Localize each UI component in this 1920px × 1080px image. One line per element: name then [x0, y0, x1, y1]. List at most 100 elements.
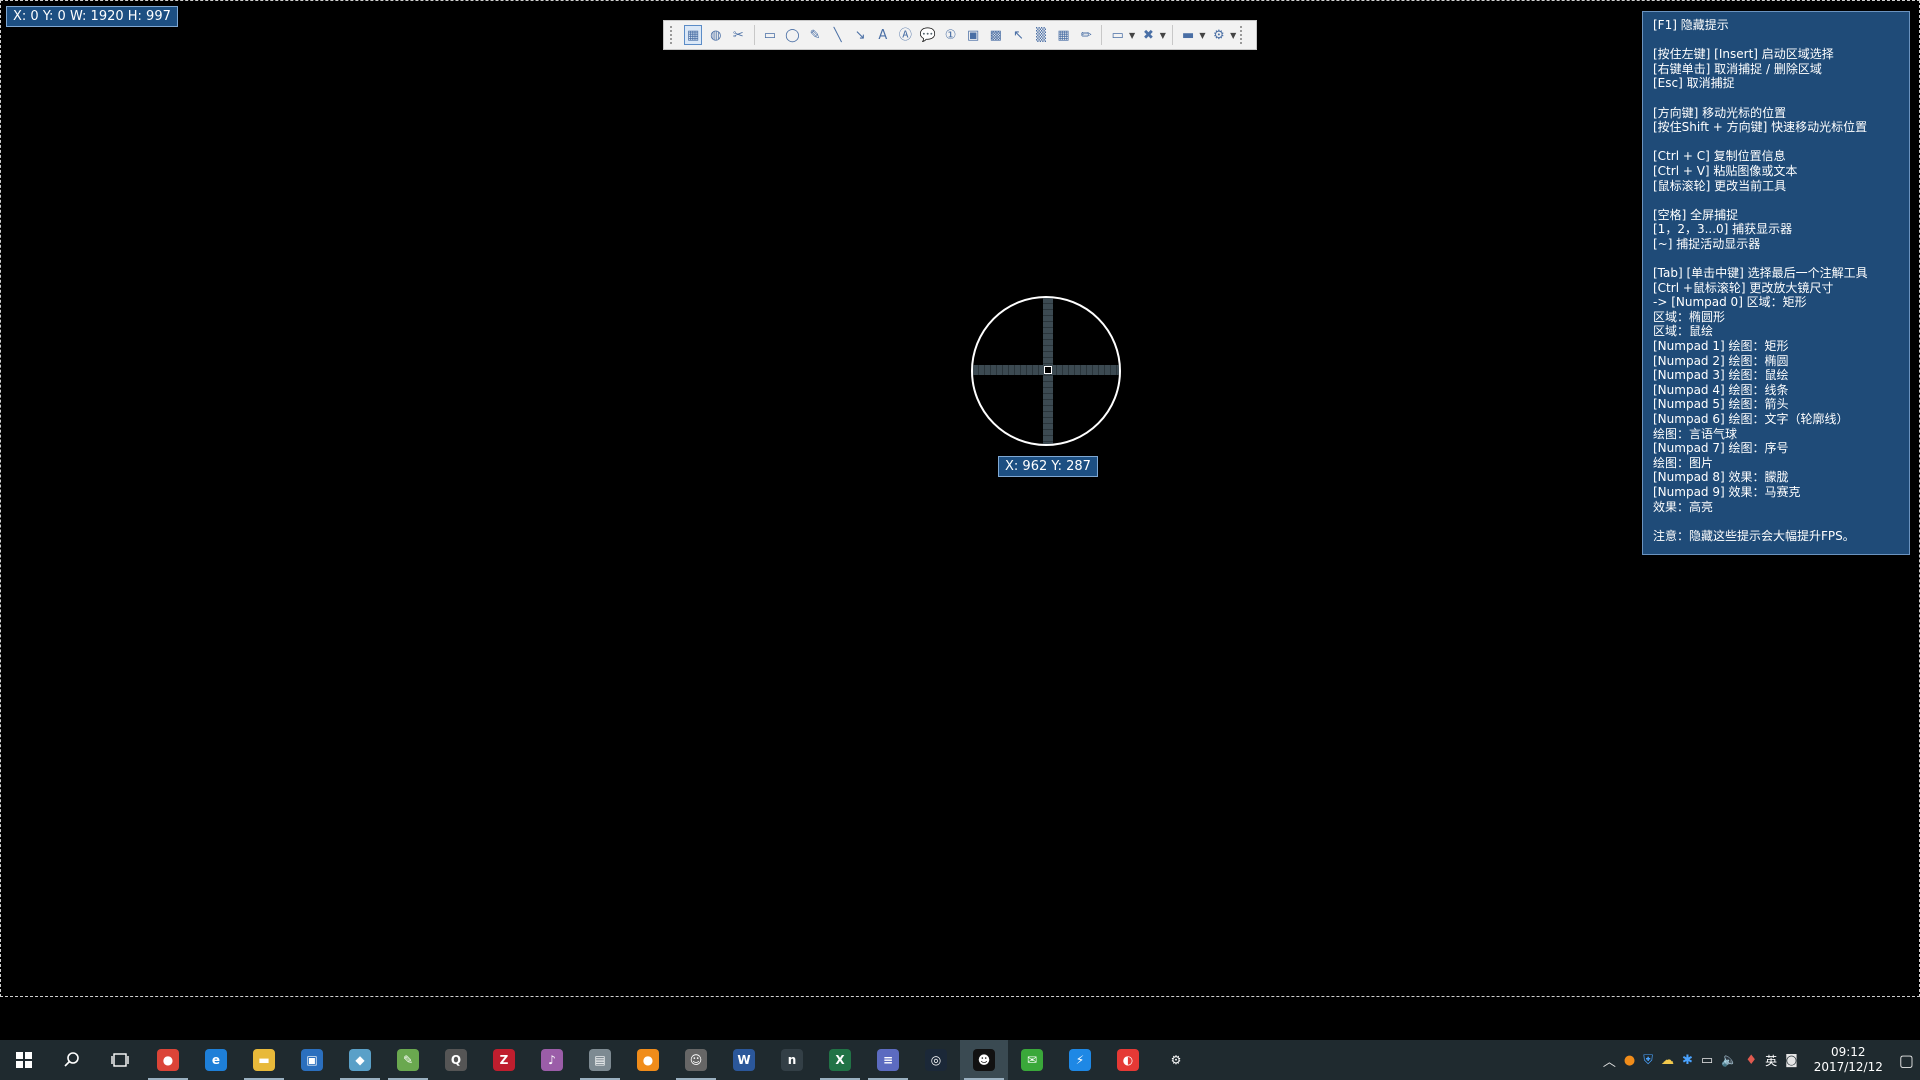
taskbar-app-calendar[interactable]: ▤ — [576, 1040, 624, 1080]
notification-icon[interactable]: ▢ — [1899, 1051, 1914, 1070]
selection-readout: X: 0 Y: 0 W: 1920 H: 997 — [6, 6, 178, 27]
toolbar-separator — [1171, 25, 1173, 45]
taskbar-app-wechat[interactable]: ✉ — [1008, 1040, 1056, 1080]
hint-line: [Esc] 取消捕捉 — [1653, 76, 1735, 91]
selection-frame[interactable] — [0, 0, 1920, 997]
hint-line: [Ctrl + C] 复制位置信息 — [1653, 149, 1786, 164]
region-freehand-icon[interactable]: ✂ — [729, 25, 748, 45]
taskbar-app-notepad[interactable]: ✎ — [384, 1040, 432, 1080]
tools-icon[interactable]: ✖ — [1139, 25, 1158, 45]
search-button[interactable] — [48, 1040, 96, 1080]
network-icon[interactable]: ▭ — [1701, 1053, 1713, 1068]
calendar-icon: ▤ — [589, 1049, 611, 1071]
hint-line: [Numpad 3] 绘图：鼠绘 — [1653, 368, 1789, 383]
taskbar-app-qq[interactable]: ☻ — [960, 1040, 1008, 1080]
clock-date: 2017/12/12 — [1813, 1060, 1883, 1074]
face-app-icon: ☺ — [685, 1049, 707, 1071]
hint-line: 效果：高亮 — [1653, 499, 1714, 514]
taskbar-app-notebook[interactable]: ◆ — [336, 1040, 384, 1080]
tray-pinyin-icon[interactable]: ♦ — [1745, 1053, 1757, 1068]
pinned-apps: ● e ▬ ▣ ◆ ✎ Q Z ♪ ▤ ● ☺ Wn X ≡ ◎ ☻ ✉ ⚡ ◐ ⚙ — [144, 1040, 1200, 1080]
notebook-icon: ◆ — [349, 1049, 371, 1071]
wechat-icon: ✉ — [1021, 1049, 1043, 1071]
chevron-down-icon[interactable]: ▼ — [1199, 31, 1205, 40]
taskbar-app-file-explorer[interactable]: ▬ — [240, 1040, 288, 1080]
taskbar-app-music[interactable]: ♪ — [528, 1040, 576, 1080]
draw-freehand-icon[interactable]: ✎ — [806, 25, 825, 45]
taskbar-app-edge[interactable]: e — [192, 1040, 240, 1080]
draw-arrow-icon[interactable]: ↘ — [851, 25, 870, 45]
taskbar-app-excel[interactable]: X — [816, 1040, 864, 1080]
taskbar-app-browser[interactable]: ◐ — [1104, 1040, 1152, 1080]
file-explorer-icon: ▬ — [253, 1049, 275, 1071]
taskbar-app-app-q[interactable]: Q — [432, 1040, 480, 1080]
taskbar-app-media[interactable]: ≡ — [864, 1040, 912, 1080]
settings-icon[interactable]: ⚙ — [1210, 25, 1229, 45]
qq-tray-icon[interactable]: ◙ — [1785, 1053, 1798, 1068]
toolbar-grip[interactable] — [1240, 26, 1246, 44]
cloud-icon[interactable]: ☁ — [1661, 1053, 1674, 1068]
text-outline-icon[interactable]: Ⓐ — [896, 25, 915, 45]
edge-icon: e — [205, 1049, 227, 1071]
search-icon — [64, 1052, 79, 1067]
annotation-toolbar: ▦ ◍ ✂ ▭ ◯ ✎ ╲ ↘ A Ⓐ 💬 ① ▣ ▩ ↖ ▒ ▦ ✏ ▭ ▼ ✖… — [663, 20, 1257, 50]
speech-balloon-icon[interactable]: 💬 — [919, 25, 938, 45]
toolbar-grip[interactable] — [670, 26, 676, 44]
screen-icon[interactable]: ▬ — [1179, 25, 1198, 45]
hint-line: 注意：隐藏这些提示会大幅提升FPS。 — [1653, 528, 1855, 543]
chevron-down-icon[interactable]: ▼ — [1230, 31, 1236, 40]
blur-icon[interactable]: ▒ — [1032, 25, 1051, 45]
taskbar-app-steam[interactable]: ◎ — [912, 1040, 960, 1080]
tray-app-icon[interactable]: ● — [1624, 1053, 1635, 1068]
taskbar-app-orange-app[interactable]: ● — [624, 1040, 672, 1080]
clock[interactable]: 09:12 2017/12/12 — [1814, 1045, 1883, 1075]
taskbar-app-thunder[interactable]: ⚡ — [1056, 1040, 1104, 1080]
step-number-icon[interactable]: ① — [941, 25, 960, 45]
text-icon[interactable]: A — [874, 25, 893, 45]
ime-indicator[interactable]: 英 — [1765, 1052, 1777, 1069]
hint-line: [Numpad 9] 效果：马赛克 — [1653, 485, 1801, 499]
hint-line: [F1] 隐藏提示 — [1653, 18, 1729, 32]
hint-gap — [1653, 252, 1899, 267]
pixelate-icon[interactable]: ▦ — [1054, 25, 1073, 45]
hint-gap — [1653, 514, 1899, 529]
chevron-down-icon[interactable]: ▼ — [1129, 31, 1135, 40]
crosshair-center — [1044, 366, 1052, 374]
capture-options-icon[interactable]: ▭ — [1108, 25, 1127, 45]
hint-line: [右键单击] 取消捕捉 / 删除区域 — [1653, 61, 1822, 76]
taskbar-app-nox[interactable]: n — [768, 1040, 816, 1080]
hint-line: [Ctrl +鼠标滚轮] 更改放大镜尺寸 — [1653, 280, 1834, 295]
taskbar-app-filezilla[interactable]: Z — [480, 1040, 528, 1080]
capture-screen[interactable]: X: 0 Y: 0 W: 1920 H: 997 ▦ ◍ ✂ ▭ ◯ ✎ ╲ ↘… — [0, 0, 1920, 1080]
bluetooth-icon[interactable]: ✱ — [1682, 1053, 1693, 1068]
region-ellipse-icon[interactable]: ◍ — [706, 25, 725, 45]
draw-ellipse-icon[interactable]: ◯ — [783, 25, 802, 45]
taskbar-app-face-app[interactable]: ☺ — [672, 1040, 720, 1080]
windows-start-button[interactable] — [0, 1040, 48, 1080]
taskbar-app-store[interactable]: ▣ — [288, 1040, 336, 1080]
highlight-icon[interactable]: ✏ — [1077, 25, 1096, 45]
cursor-icon[interactable]: ↖ — [1009, 25, 1028, 45]
draw-line-icon[interactable]: ╲ — [828, 25, 847, 45]
hint-line: [按住Shift + 方向键] 快速移动光标位置 — [1653, 120, 1868, 135]
chevron-down-icon[interactable]: ▼ — [1160, 31, 1166, 40]
hint-line: [Numpad 4] 绘图：线条 — [1653, 382, 1789, 397]
taskbar-app-chrome[interactable]: ● — [144, 1040, 192, 1080]
hint-line: -> [Numpad 0] 区域：矩形 — [1653, 295, 1807, 310]
hint-line: [Numpad 6] 绘图：文字（轮廓线） — [1653, 412, 1849, 427]
image-icon[interactable]: ▣ — [964, 25, 983, 45]
image-alt-icon[interactable]: ▩ — [987, 25, 1006, 45]
task-view-button[interactable] — [96, 1040, 144, 1080]
chevron-up-icon[interactable]: ︿ — [1603, 1051, 1616, 1070]
taskbar-app-word[interactable]: W — [720, 1040, 768, 1080]
taskbar-app-settings[interactable]: ⚙ — [1152, 1040, 1200, 1080]
hint-gap — [1653, 193, 1899, 208]
filezilla-icon: Z — [493, 1049, 515, 1071]
draw-rect-icon[interactable]: ▭ — [761, 25, 780, 45]
settings-icon: ⚙ — [1170, 1053, 1182, 1067]
toolbar-separator — [753, 25, 755, 45]
shield-icon[interactable]: ⛨ — [1643, 1053, 1653, 1068]
system-tray: ︿ ● ⛨ ☁ ✱ ▭ 🔈 ♦ 英 ◙ 09:12 2017/12/12 ▢ — [1603, 1040, 1920, 1080]
volume-icon[interactable]: 🔈 — [1721, 1053, 1737, 1068]
region-rect-icon[interactable]: ▦ — [683, 25, 703, 45]
